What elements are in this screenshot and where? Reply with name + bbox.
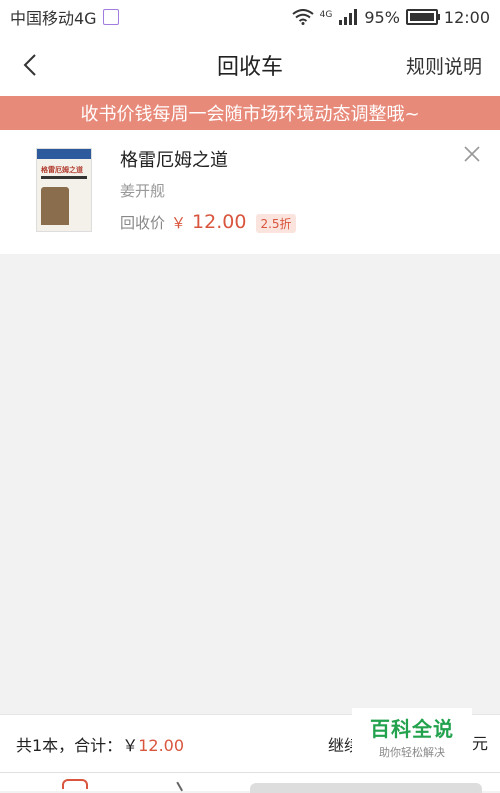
total-summary: 共1本，合计：￥12.00 <box>16 732 184 756</box>
battery-percent: 95% <box>364 7 400 27</box>
cover-title: 格雷厄姆之道 <box>41 166 83 174</box>
book-author: 姜开舰 <box>120 182 166 200</box>
edge-char: 元 <box>472 734 489 753</box>
watermark-title: 百科全说 <box>370 716 454 741</box>
network-label: 4G <box>319 9 333 20</box>
price-value: 12.00 <box>192 211 247 233</box>
close-icon[interactable] <box>464 146 480 162</box>
status-right: 4G 95% 12:00 <box>292 8 490 27</box>
book-info: 格雷厄姆之道 姜开舰 回收价 ￥ 12.00 2.5折 <box>120 142 296 254</box>
sim-icon <box>102 9 119 25</box>
book-item[interactable]: 格雷厄姆之道 格雷厄姆之道 姜开舰 回收价 ￥ 12.00 2.5折 <box>0 130 500 254</box>
home-tab-icon[interactable] <box>62 779 88 789</box>
rules-link[interactable]: 规则说明 <box>406 52 482 79</box>
status-left: 中国移动4G <box>10 5 119 29</box>
summary-amount: 12.00 <box>138 735 185 755</box>
status-bar: 中国移动4G 4G 95% 12:00 <box>0 0 500 34</box>
nav-header: 回收车 规则说明 <box>0 34 500 96</box>
back-icon[interactable] <box>18 53 42 77</box>
summary-prefix: 共1本，合计： <box>16 735 123 755</box>
scan-tab-icon[interactable] <box>176 776 192 792</box>
price-currency: ￥ <box>171 214 187 232</box>
submit-button[interactable] <box>250 783 482 793</box>
book-title[interactable]: 格雷厄姆之道 <box>120 146 296 172</box>
watermark-subtitle: 助你轻松解决 <box>379 745 445 759</box>
notice-banner: 收书价钱每周一会随市场环境动态调整哦~ <box>0 96 500 130</box>
price-label: 回收价 <box>120 214 166 232</box>
wifi-icon <box>292 9 314 25</box>
discount-badge: 2.5折 <box>256 214 296 233</box>
battery-icon <box>405 9 440 25</box>
book-cover[interactable]: 格雷厄姆之道 <box>36 148 92 232</box>
price-line: 回收价 ￥ 12.00 2.5折 <box>120 211 296 233</box>
clock: 12:00 <box>443 7 490 27</box>
notice-text: 收书价钱每周一会随市场环境动态调整哦~ <box>80 104 420 125</box>
summary-currency: ￥ <box>122 735 139 755</box>
tab-bar <box>0 772 500 793</box>
watermark: 百科全说 助你轻松解决 <box>352 708 472 764</box>
carrier-label: 中国移动4G <box>10 9 97 28</box>
signal-icon <box>339 9 358 25</box>
